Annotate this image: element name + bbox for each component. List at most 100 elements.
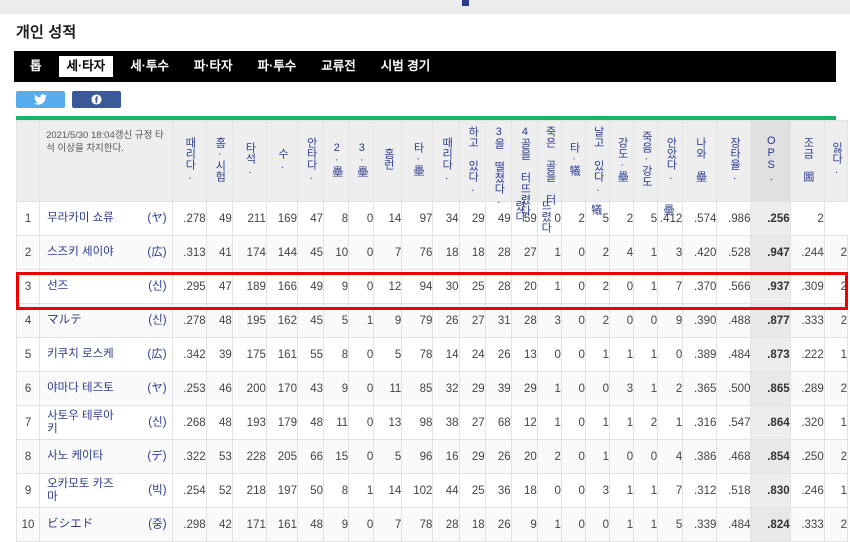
table-row[interactable]: 1 무라카미 쇼류 (ヤ) .278 49 211 169 47 8 0 14 97 34 29 49 59 0… [15,201,848,236]
cell-ops: .947 [750,235,791,270]
player-name-link[interactable]: 선즈 [47,280,121,293]
player-name-link[interactable]: ビシエド [47,518,121,531]
cell-gdp: .312 [682,473,718,508]
header-cs: 안았다. [657,120,684,202]
player-team-code: (신) [148,280,167,292]
table-row[interactable]: 10 ビシエド (중) .298 42 171 161 48 9 0 7 78 28 18 26 9 1 0 0 1 1… [15,507,849,542]
row-rank: 10 [15,507,41,542]
cell-obp2: .289 [789,371,825,406]
player-name-link[interactable]: 오카모토 카즈마 [47,478,121,504]
cell-ibb: 3 [536,303,562,338]
cell-b2: 8 [323,337,350,372]
twitter-share-button[interactable] [16,91,65,108]
cell-sh: 5 [584,201,611,236]
cell-sh: 2 [584,303,611,338]
cell-ab: 162 [265,303,298,338]
cell-b2: 8 [323,201,350,236]
header-hr: 홈런 [373,120,403,202]
cell-h: 55 [296,337,325,372]
header-tb: 타·壘 [401,120,434,202]
row-player-name-cell[interactable]: 사토우 테루아키 (신) [39,405,173,440]
player-name-link[interactable]: 야마다 테즈토 [47,382,121,395]
player-name-link[interactable]: 키쿠치 로스케 [47,348,121,361]
cell-rbi: 44 [432,473,460,508]
nav-tab-5[interactable]: 교류전 [313,56,364,77]
cell-h: 66 [296,439,325,474]
page-container: 개인 성적 톱 세·타자 세·투수 파·타자 파·투수 교류전 시범 경기 2021/5/3… [0,21,850,542]
cell-cs: 1 [657,405,684,440]
cell-b2: 9 [323,371,350,406]
cell-cs: 4 [657,439,684,474]
cell-sb: 5 [633,201,659,236]
cell-obp2: .320 [789,405,825,440]
cell-rbi: 16 [432,439,460,474]
cell-b2: 11 [323,405,350,440]
player-team-code: (신) [148,314,167,326]
header-hbp: 타·犧 [560,120,586,202]
row-player-name-cell[interactable]: 무라카미 쇼류 (ヤ) [39,201,173,236]
row-player-name-cell[interactable]: 선즈 (신) [39,269,173,304]
player-name-link[interactable]: 사토우 테루아키 [47,410,121,436]
cell-k: 26 [484,439,512,474]
table-row[interactable]: 3 선즈 (신) .295 47 189 166 49 9 0 12 94 30 25 28 20 1 0 2 0 1 7… [15,269,849,304]
header-label-wrap: 홈런 [374,121,401,201]
cell-obp2: .222 [789,337,825,372]
cell-sh: 2 [584,269,611,304]
cell-ibb: 0 [536,201,562,236]
cell-ibb: 1 [536,371,562,406]
nav-tab-3[interactable]: 파·타자 [186,56,241,77]
player-name-link[interactable]: マルテ [47,314,121,327]
cell-avg: .298 [171,507,207,542]
nav-tab-0[interactable]: 톱 [22,56,50,77]
row-player-name-cell[interactable]: 스즈키 세이야 (広) [39,235,173,270]
cell-games: 48 [205,405,233,440]
player-name-link[interactable]: 스즈키 세이야 [47,246,121,259]
cell-bb: 18 [510,473,538,508]
nav-tab-6[interactable]: 시범 경기 [373,56,438,77]
nav-tab-4[interactable]: 파·투수 [250,56,305,77]
nav-tab-1[interactable]: 세·타자 [58,56,114,77]
row-player-name-cell[interactable]: ビシエド (중) [39,507,173,542]
player-name-link[interactable]: 무라카미 쇼류 [47,212,121,225]
player-name-link[interactable]: 사노 케이타 [47,450,121,463]
header-label-wrap: 4골을 터뜨렸다 [512,121,537,216]
table-row[interactable]: 2 스즈키 세이야 (広) .313 41 174 144 45 10 0 7 76 18 18 28 27 1… [15,235,849,270]
cell-hbp: 0 [560,269,586,304]
cell-k: 28 [484,269,512,304]
cell-hr: 11 [373,371,403,406]
table-row[interactable]: 8 사노 케이타 (デ) .322 53 228 205 66 15 0 5 96 16 29 26 20 2 0… [15,439,849,474]
row-player-name-cell[interactable]: 키쿠치 로스케 (広) [39,337,173,372]
table-row[interactable]: 7 사토우 테루아키 (신) .268 48 193 179 48 11 0 13 98 38 27 68 1… [15,405,849,440]
cell-ops: .864 [750,405,791,440]
row-rank: 3 [15,269,41,304]
stats-header-row: 2021/5/30 18:04갱신 규정 타석 이상을 차지한다. 때리다. 홈·시… [15,120,849,216]
header-label-obp2: 조금 圌 [801,136,814,182]
cell-hr: 14 [373,473,403,508]
table-row[interactable]: 4 マルテ (신) .278 48 195 162 45 5 1 9 79 26 27 31 28 3 0 2 0 0 9… [15,303,849,338]
cell-pa: 171 [231,507,267,542]
cell-gdp: .390 [682,303,718,338]
header-label-wrap: 안았다. [658,121,682,201]
cell-lost: 1 [823,405,849,440]
cell-b3: 0 [348,507,375,542]
row-player-name-cell[interactable]: 오카모토 카즈마 (빅) [39,473,173,508]
nav-tab-2[interactable]: 세·투수 [122,56,177,77]
table-row[interactable]: 5 키쿠치 로스케 (広) .342 39 175 161 55 8 0 5 78 14 24 26 13 0 0… [15,337,849,372]
facebook-share-button[interactable] [72,91,121,108]
table-row[interactable]: 9 오카모토 카즈마 (빅) .254 52 218 197 50 8 1 14 102 44 25 36 1… [15,473,849,508]
table-row[interactable]: 6 야마다 테즈토 (ヤ) .253 46 200 170 43 9 0 11 85 32 29 39 29 1… [15,371,849,406]
cell-rbi: 38 [432,405,460,440]
cell-lost: 2 [823,507,849,542]
cell-avg: .254 [171,473,207,508]
row-player-name-cell[interactable]: 야마다 테즈토 (ヤ) [39,371,173,406]
cell-b3: 0 [348,235,375,270]
cell-slg: .528 [716,235,752,270]
cell-tb: 102 [401,473,434,508]
cell-rbi: 30 [432,269,460,304]
row-player-name-cell[interactable]: マルテ (신) [39,303,173,338]
cell-ab: 144 [265,235,298,270]
header-obp2: 조금 圌 [789,120,825,202]
top-strip-marker [462,0,469,6]
cell-h: 45 [296,303,325,338]
row-player-name-cell[interactable]: 사노 케이타 (デ) [39,439,173,474]
